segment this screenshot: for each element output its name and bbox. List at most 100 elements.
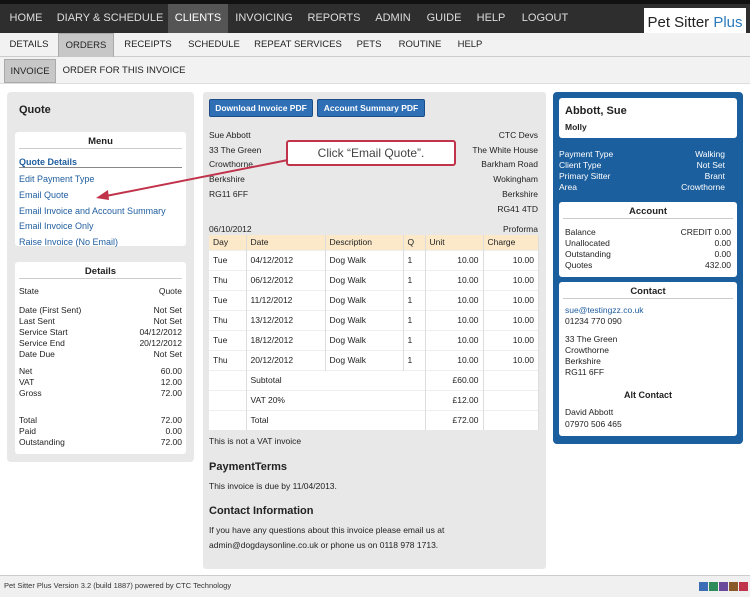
col-day: Day [209, 235, 247, 250]
account-row: Outstanding 0.00 [565, 249, 731, 259]
tab-invoice[interactable]: INVOICE [4, 59, 56, 83]
detail-row: Date Due Not Set [19, 349, 182, 359]
alt-contact-title: Alt Contact [624, 390, 672, 400]
client-header: Abbott, Sue Molly [559, 98, 737, 138]
detail-row: Total 72.00 [19, 415, 182, 425]
detail-row: State Quote [19, 286, 182, 296]
table-row: Thu 13/12/2012 Dog Walk 1 10.00 10.00 [209, 309, 539, 330]
detail-row: Date (First Sent) Not Set [19, 305, 182, 315]
nav-guide[interactable]: GUIDE [418, 4, 470, 33]
account-row: Unallocated 0.00 [565, 238, 731, 248]
menu-email-invoice-only[interactable]: Email Invoice Only [19, 221, 94, 231]
sub-nav-2: INVOICE ORDER FOR THIS INVOICE [0, 57, 750, 84]
invoice-table: Day Date Description Q Unit Charge Tue 04… [209, 235, 539, 430]
payment-terms-heading: PaymentTerms [209, 461, 288, 473]
total-row: Total £72.00 [209, 409, 539, 430]
client-name: Abbott, Sue [565, 105, 627, 117]
nav-admin[interactable]: ADMIN [368, 4, 418, 33]
detail-row: VAT 12.00 [19, 377, 182, 387]
col-q: Q [403, 235, 426, 250]
nav-home[interactable]: HOME [0, 4, 52, 33]
contact-address: 33 The Green Crowthorne Berkshire RG11 6FF [565, 334, 618, 377]
contact-title: Contact [563, 282, 733, 299]
menu-email-invoice-summary[interactable]: Email Invoice and Account Summary [19, 206, 166, 216]
contact-info-heading: Contact Information [209, 505, 314, 517]
left-panel: Quote Menu Quote Details Edit Payment Ty… [7, 92, 194, 462]
instruction-callout: Click “Email Quote”. [286, 140, 456, 166]
detail-row: Net 60.00 [19, 366, 182, 376]
footer: Pet Sitter Plus Version 3.2 (build 1887)… [0, 575, 750, 597]
table-row: Tue 11/12/2012 Dog Walk 1 10.00 10.00 [209, 289, 539, 310]
top-nav: HOME DIARY & SCHEDULE CLIENTS INVOICING … [0, 0, 750, 37]
menu-edit-payment-type[interactable]: Edit Payment Type [19, 174, 94, 184]
client-address: Sue Abbott 33 The Green Crowthorne Berkshir… [209, 130, 262, 199]
info-row: Client Type Not Set [559, 160, 725, 170]
col-description: Description [325, 235, 404, 250]
account-summary-pdf-button[interactable]: Account Summary PDF [317, 99, 425, 117]
footer-text: Pet Sitter Plus Version 3.2 (build 1887)… [4, 581, 232, 590]
tab-orders[interactable]: ORDERS [58, 33, 114, 57]
nav-reports[interactable]: REPORTS [300, 4, 368, 33]
theme-swatch[interactable] [739, 582, 748, 591]
payment-terms-text: This invoice is due by 11/04/2013. [209, 481, 337, 491]
alt-contact-phone: 07970 506 465 [565, 419, 622, 429]
detail-row: Paid 0.00 [19, 426, 182, 436]
detail-row: Service End 20/12/2012 [19, 338, 182, 348]
nav-logout[interactable]: LOGOUT [512, 4, 578, 33]
tab-receipts[interactable]: RECEIPTS [116, 33, 180, 57]
nav-help[interactable]: HELP [470, 4, 512, 33]
nav-invoicing[interactable]: INVOICING [228, 4, 300, 33]
detail-row: Last Sent Not Set [19, 316, 182, 326]
theme-swatch[interactable] [729, 582, 738, 591]
table-header: Day Date Description Q Unit Charge [209, 235, 539, 250]
total-row: VAT 20% £12.00 [209, 389, 539, 410]
contact-info-text: If you have any questions about this inv… [209, 525, 445, 550]
account-box: Account Balance CREDIT 0.00 Unallocated 0.… [559, 202, 737, 277]
menu-quote-details[interactable]: Quote Details [19, 157, 182, 168]
vat-note: This is not a VAT invoice [209, 436, 302, 446]
alt-contact-name: David Abbott [565, 407, 614, 417]
col-date: Date [246, 235, 326, 250]
menu-raise-invoice[interactable]: Raise Invoice (No Email) [19, 237, 118, 247]
client-panel: Abbott, Sue Molly Payment Type Walking Cl… [553, 92, 743, 444]
tab-pets[interactable]: PETS [350, 33, 388, 57]
download-invoice-pdf-button[interactable]: Download Invoice PDF [209, 99, 313, 117]
details-box: Details State Quote Date (First Sent) Not … [15, 262, 186, 454]
info-row: Payment Type Walking [559, 149, 725, 159]
contact-box: Contact sue@testingzz.co.uk 01234 770 09… [559, 282, 737, 436]
table-row: Tue 04/12/2012 Dog Walk 1 10.00 10.00 [209, 249, 539, 270]
detail-row: Outstanding 72.00 [19, 437, 182, 447]
table-row: Thu 06/12/2012 Dog Walk 1 10.00 10.00 [209, 269, 539, 290]
details-title: Details [19, 262, 182, 279]
theme-swatch[interactable] [709, 582, 718, 591]
detail-row: Gross 72.00 [19, 388, 182, 398]
tab-help[interactable]: HELP [452, 33, 488, 57]
table-row: Thu 20/12/2012 Dog Walk 1 10.00 10.00 [209, 349, 539, 370]
nav-diary-schedule[interactable]: DIARY & SCHEDULE [52, 4, 168, 33]
tab-order-for-invoice[interactable]: ORDER FOR THIS INVOICE [60, 59, 188, 83]
panel-title: Quote [19, 104, 51, 116]
tab-details[interactable]: DETAILS [2, 33, 56, 57]
info-row: Area Crowthorne [559, 182, 725, 192]
menu-email-quote[interactable]: Email Quote [19, 190, 69, 200]
contact-phone: 01234 770 090 [565, 316, 622, 326]
account-row: Quotes 432.00 [565, 260, 731, 270]
theme-swatch[interactable] [699, 582, 708, 591]
col-unit: Unit [425, 235, 484, 250]
total-row: Subtotal £60.00 [209, 369, 539, 390]
col-charge: Charge [483, 235, 539, 250]
menu-title: Menu [19, 132, 182, 149]
tab-schedule[interactable]: SCHEDULE [182, 33, 246, 57]
contact-email[interactable]: sue@testingzz.co.uk [565, 305, 731, 315]
theme-swatch[interactable] [719, 582, 728, 591]
menu-box: Menu Quote Details Edit Payment Type Ema… [15, 132, 186, 247]
tab-routine[interactable]: ROUTINE [392, 33, 448, 57]
table-row: Tue 18/12/2012 Dog Walk 1 10.00 10.00 [209, 329, 539, 350]
pet-name: Molly [565, 122, 587, 132]
detail-row: Service Start 04/12/2012 [19, 327, 182, 337]
sub-nav: DETAILS ORDERS RECEIPTS SCHEDULE REPEAT … [0, 33, 750, 57]
account-row: Balance CREDIT 0.00 [565, 227, 731, 237]
account-title: Account [563, 202, 733, 219]
nav-clients[interactable]: CLIENTS [168, 4, 228, 33]
tab-repeat-services[interactable]: REPEAT SERVICES [250, 33, 346, 57]
